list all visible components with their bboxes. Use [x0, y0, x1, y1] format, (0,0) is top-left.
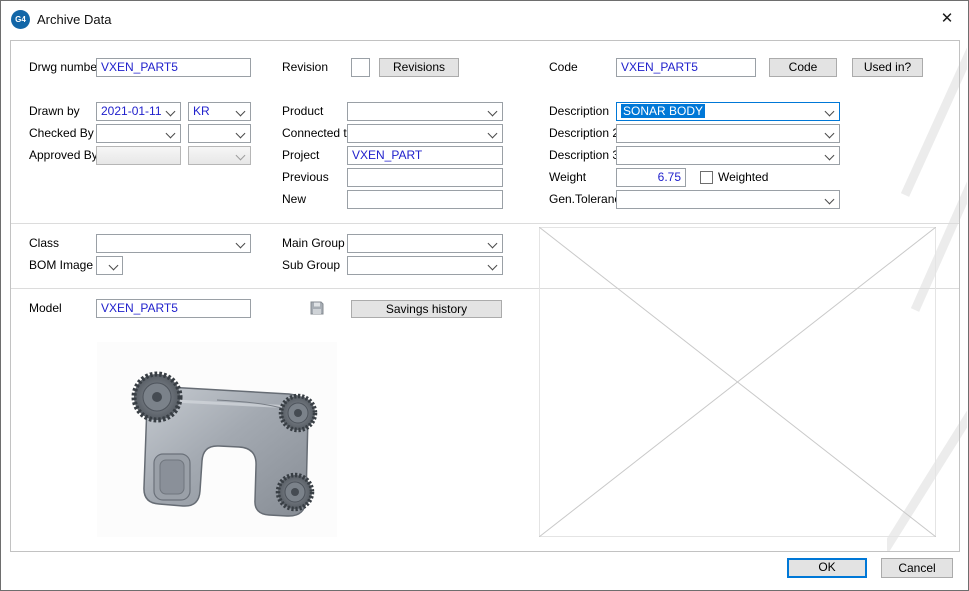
used-in-button[interactable]: Used in? [852, 58, 923, 77]
description-combo[interactable]: SONAR BODY [616, 102, 840, 121]
model-label: Model [29, 299, 62, 318]
checked-by-initials-combo[interactable] [188, 124, 251, 143]
divider [11, 223, 959, 224]
checked-by-label: Checked By [29, 124, 94, 143]
chevron-down-icon [488, 107, 498, 117]
chevron-down-icon [488, 239, 498, 249]
sub-group-label: Sub Group [282, 256, 340, 275]
revision-field[interactable] [351, 58, 370, 77]
code-button[interactable]: Code [769, 58, 837, 77]
drawn-by-date-value: 2021-01-11 [101, 104, 162, 118]
drawn-by-initials-combo[interactable]: KR [188, 102, 251, 121]
approved-by-initials-combo [188, 146, 251, 165]
drawn-by-date-combo[interactable]: 2021-01-11 [96, 102, 181, 121]
new-field[interactable] [347, 190, 503, 209]
description3-label: Description 3 [549, 146, 619, 165]
chevron-down-icon [236, 151, 246, 161]
chevron-down-icon [825, 107, 835, 117]
chevron-down-icon [488, 129, 498, 139]
drawn-by-initials-value: KR [193, 104, 210, 118]
cad-part-illustration [97, 342, 337, 537]
close-icon: ✕ [941, 10, 954, 27]
description2-label: Description 2 [549, 124, 619, 143]
description3-combo[interactable] [616, 146, 840, 165]
weighted-label: Weighted [718, 168, 768, 187]
gen-tolerance-combo[interactable] [616, 190, 840, 209]
approved-by-date-field [96, 146, 181, 165]
previous-label: Previous [282, 168, 329, 187]
drawn-by-label: Drawn by [29, 102, 80, 121]
savings-history-button[interactable]: Savings history [351, 300, 502, 318]
chevron-down-icon [825, 129, 835, 139]
connected-to-combo[interactable] [347, 124, 503, 143]
placeholder-cross-icon [539, 227, 936, 537]
revision-label: Revision [282, 58, 328, 77]
class-combo[interactable] [96, 234, 251, 253]
previous-field[interactable] [347, 168, 503, 187]
chevron-down-icon [109, 261, 119, 271]
bom-image-label: BOM Image [29, 256, 93, 275]
chevron-down-icon [236, 239, 246, 249]
main-group-label: Main Group [282, 234, 345, 253]
sub-group-combo[interactable] [347, 256, 503, 275]
chevron-down-icon [236, 129, 246, 139]
titlebar: G4 Archive Data ✕ [1, 1, 968, 38]
chevron-down-icon [488, 261, 498, 271]
model-preview-image [97, 342, 337, 537]
product-label: Product [282, 102, 323, 121]
ok-button[interactable]: OK [787, 558, 867, 578]
description-label: Description [549, 102, 609, 121]
new-label: New [282, 190, 306, 209]
product-combo[interactable] [347, 102, 503, 121]
revisions-button[interactable]: Revisions [379, 58, 459, 77]
model-field[interactable]: VXEN_PART5 [96, 299, 251, 318]
close-button[interactable]: ✕ [934, 6, 960, 32]
class-label: Class [29, 234, 59, 253]
app-icon: G4 [11, 10, 30, 29]
code-field[interactable]: VXEN_PART5 [616, 58, 756, 77]
drawing-preview-placeholder [539, 227, 936, 537]
chevron-down-icon [166, 107, 176, 117]
cancel-button[interactable]: Cancel [881, 558, 953, 578]
chevron-down-icon [236, 107, 246, 117]
archive-data-dialog: G4 Archive Data ✕ Drwg number VXEN_PART5… [0, 0, 969, 591]
save-icon[interactable] [309, 300, 325, 316]
bom-image-combo[interactable] [96, 256, 123, 275]
approved-by-label: Approved By [29, 146, 98, 165]
checked-by-date-combo[interactable] [96, 124, 181, 143]
drwg-number-field[interactable]: VXEN_PART5 [96, 58, 251, 77]
description-selected-text: SONAR BODY [621, 104, 705, 118]
chevron-down-icon [825, 195, 835, 205]
project-label: Project [282, 146, 319, 165]
window-title: Archive Data [37, 10, 111, 29]
connected-to-label: Connected to [282, 124, 353, 143]
weighted-checkbox[interactable] [700, 171, 713, 184]
weight-field[interactable]: 6.75 [616, 168, 686, 187]
main-group-combo[interactable] [347, 234, 503, 253]
description2-combo[interactable] [616, 124, 840, 143]
code-label: Code [549, 58, 578, 77]
project-field[interactable]: VXEN_PART [347, 146, 503, 165]
weight-label: Weight [549, 168, 586, 187]
chevron-down-icon [825, 151, 835, 161]
chevron-down-icon [166, 129, 176, 139]
drwg-number-label: Drwg number [29, 58, 101, 77]
